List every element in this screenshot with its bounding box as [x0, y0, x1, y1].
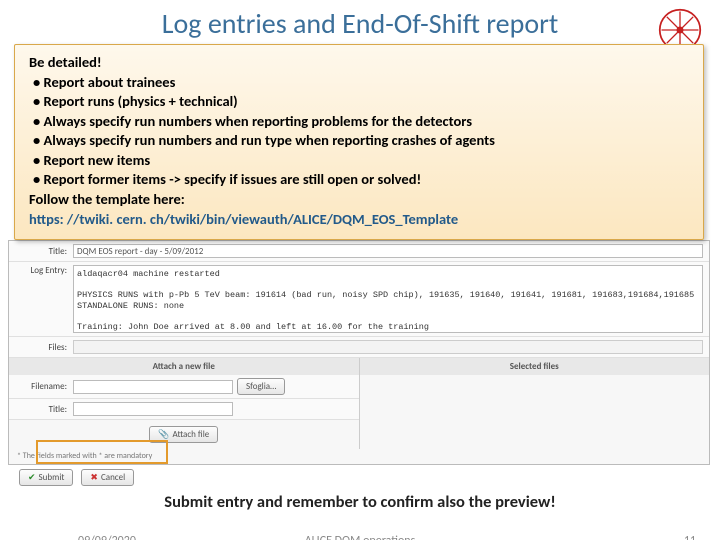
- title-label: Title:: [15, 246, 73, 257]
- files-label: Files:: [15, 342, 73, 353]
- bottom-note: Submit entry and remember to confirm als…: [0, 492, 720, 512]
- files-area: [73, 340, 703, 354]
- attach-file-label: Attach file: [172, 429, 209, 440]
- callout-follow: Follow the template here:: [29, 190, 689, 210]
- filetitle-label: Title:: [15, 404, 73, 415]
- submit-button[interactable]: ✔ Submit: [19, 469, 73, 486]
- check-icon: ✔: [28, 472, 36, 483]
- cancel-button[interactable]: ✖ Cancel: [81, 469, 134, 486]
- footer-page: 11: [684, 534, 696, 540]
- selected-header: Selected files: [360, 358, 710, 375]
- callout-item: Report runs (physics + technical): [33, 92, 689, 112]
- callout-item: Report about trainees: [33, 73, 689, 93]
- callout-lead: Be detailed!: [29, 53, 689, 73]
- callout-item: Always specify run numbers and run type …: [33, 131, 689, 151]
- mandatory-note: * The fields marked with * are mandatory: [9, 449, 709, 463]
- title-input[interactable]: DQM EOS report - day - 5/09/2012: [73, 244, 703, 258]
- attach-header: Attach a new file: [9, 358, 360, 375]
- callout-item: Always specify run numbers when reportin…: [33, 112, 689, 132]
- callout-list: Report about trainees Report runs (physi…: [29, 73, 689, 190]
- selected-files-pane: [360, 375, 710, 449]
- template-link[interactable]: https: //twiki. cern. ch/twiki/bin/viewa…: [29, 210, 458, 228]
- cross-icon: ✖: [90, 472, 98, 483]
- logbook-form: Title: DQM EOS report - day - 5/09/2012 …: [8, 240, 710, 465]
- callout-item: Report new items: [33, 151, 689, 171]
- filename-input[interactable]: [73, 380, 233, 394]
- callout-item: Report former items -> specify if issues…: [33, 170, 689, 190]
- footer-center: ALICE DQM operations: [0, 534, 720, 540]
- paperclip-icon: 📎: [158, 429, 169, 440]
- logentry-label: Log Entry:: [15, 265, 73, 276]
- cancel-label: Cancel: [101, 472, 125, 483]
- browse-button[interactable]: Sfoglia…: [237, 378, 285, 395]
- submit-label: Submit: [39, 472, 65, 483]
- filetitle-input[interactable]: [73, 402, 233, 416]
- file-section-headers: Attach a new file Selected files: [9, 358, 709, 375]
- slide-title: Log entries and End-Of-Shift report: [0, 6, 720, 41]
- attach-file-button[interactable]: 📎 Attach file: [149, 426, 218, 443]
- filename-label: Filename:: [15, 381, 73, 392]
- instructions-callout: Be detailed! Report about trainees Repor…: [14, 44, 704, 240]
- logentry-textarea[interactable]: aldaqacr04 machine restarted PHYSICS RUN…: [73, 265, 703, 333]
